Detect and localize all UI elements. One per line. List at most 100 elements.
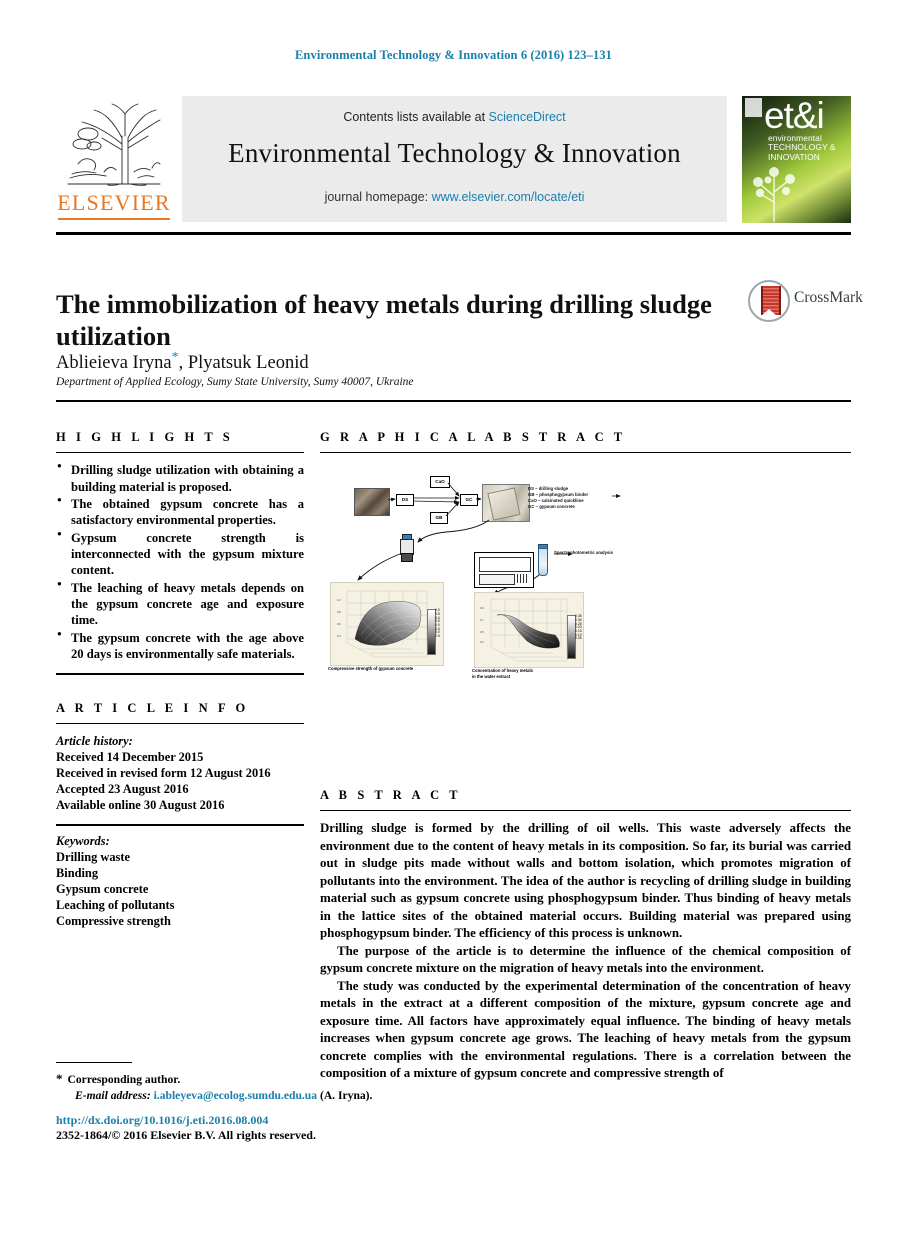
highlights-list: Drilling sludge utilization with obtaini…: [56, 461, 304, 663]
email-note: E-mail address: i.ableyeva@ecolog.sumdu.…: [56, 1088, 556, 1104]
article-first-page: Environmental Technology & Innovation 6 …: [0, 0, 907, 1238]
svg-text:0.6: 0.6: [337, 622, 341, 626]
article-history-block: Article history: Received 14 December 20…: [56, 733, 304, 813]
journal-homepage-line: journal homepage: www.elsevier.com/locat…: [182, 190, 727, 204]
history-received: Received 14 December 2015: [56, 750, 204, 765]
journal-homepage-link[interactable]: www.elsevier.com/locate/eti: [432, 190, 585, 204]
device-keypad: [517, 574, 529, 584]
footnote-divider: [56, 1062, 132, 1064]
abstract-paragraph: The study was conducted by the experimen…: [320, 978, 851, 1081]
svg-text:0.8: 0.8: [337, 610, 341, 614]
svg-text:0.7: 0.7: [480, 619, 484, 622]
cover-elsevier-mark: [745, 98, 762, 117]
abstract-body: Drilling sludge is formed by the drillin…: [320, 820, 851, 1082]
journal-cover-thumbnail: et&i environmental TECHNOLOGY & INNOVATI…: [742, 96, 851, 223]
highlights-heading: H I G H L I G H T S: [56, 430, 234, 444]
elsevier-wordmark: ELSEVIER: [57, 190, 171, 215]
doi-link[interactable]: http://dx.doi.org/10.1016/j.eti.2016.08.…: [56, 1113, 268, 1128]
plot-b-axis-label-1: Concentration of heavy metals: [472, 668, 533, 674]
email-label: E-mail address:: [75, 1088, 151, 1102]
svg-text:0.5: 0.5: [480, 631, 484, 634]
corresponding-author-note: * Corresponding author.: [56, 1070, 556, 1088]
spectrophotometer-icon: [474, 552, 534, 589]
history-revised: Received in revised form 12 August 2016: [56, 766, 271, 781]
highlights-rule-top: [56, 452, 304, 454]
colorbar-ticks-strength: 6.0 5.5 5.0 4.5 4.0 3.5 3.0 2.5: [435, 608, 440, 638]
article-info-rule-top: [56, 722, 304, 725]
abstract-rule: [320, 810, 851, 812]
graphical-abstract-figure: DS CaO GB GC DS – drilling sludge GB – p…: [320, 462, 851, 701]
journal-title: Environmental Technology & Innovation: [228, 138, 681, 168]
history-online: Available online 30 August 2016: [56, 798, 225, 813]
svg-text:0.3: 0.3: [480, 641, 484, 644]
keyword-item: Binding: [56, 865, 99, 880]
footnote-block: * Corresponding author. E-mail address: i…: [56, 1070, 556, 1104]
contents-prefix: Contents lists available at: [343, 110, 489, 124]
left-column: H I G H L I G H T S Drilling sludge util…: [56, 430, 304, 929]
page-title: The immobilization of heavy metals durin…: [56, 288, 712, 352]
svg-text:1.0: 1.0: [337, 598, 341, 602]
footnote-star-marker: *: [56, 1071, 63, 1086]
cover-subtitle: environmental TECHNOLOGY & INNOVATION: [768, 133, 848, 162]
email-attribution: (A. Iryna).: [319, 1088, 373, 1102]
article-info-heading: A R T I C L E I N F O: [56, 700, 249, 715]
list-item: The obtained gypsum concrete has a satis…: [56, 495, 304, 529]
journal-masthead: ELSEVIER Contents lists available at Sci…: [56, 96, 851, 226]
copyright-line: 2352-1864/© 2016 Elsevier B.V. All right…: [56, 1128, 316, 1142]
graphical-abstract-heading: G R A P H I C A L A B S T R A C T: [320, 430, 626, 444]
list-item: The leaching of heavy metals depends on …: [56, 579, 304, 629]
list-item: Drilling sludge utilization with obtaini…: [56, 461, 304, 495]
article-info-rule-mid: [56, 824, 304, 826]
crossmark-badge[interactable]: CrossMark: [748, 278, 863, 322]
author-secondary: , Plyatsuk Leonid: [178, 353, 309, 374]
keywords-block: Keywords: Drilling waste Binding Gypsum …: [56, 833, 304, 929]
elsevier-logo: ELSEVIER: [56, 98, 172, 222]
keyword-item: Drilling waste: [56, 849, 130, 864]
corresponding-author-text: Corresponding author.: [67, 1073, 181, 1086]
author-primary: Ablieieva Iryna: [56, 353, 172, 374]
elsevier-underline: [58, 218, 170, 220]
title-divider: [56, 400, 851, 402]
masthead-divider: [56, 232, 851, 235]
surface-plot-leaching: 0.9 0.7 0.5 0.3 0.35 0.30 0.25 0.20 0.15 0.10 0…: [474, 592, 584, 669]
author-list: Ablieieva Iryna*, Plyatsuk Leonid: [56, 350, 736, 374]
mill-equipment-icon: [400, 534, 414, 563]
cover-subtitle-line3: INNOVATION: [768, 151, 820, 162]
crossmark-icon: [748, 280, 790, 322]
cover-tree-icon: [744, 162, 806, 222]
svg-text:0.9: 0.9: [480, 607, 484, 610]
history-accepted: Accepted 23 August 2016: [56, 782, 189, 797]
surface-plot-strength: 1.0 0.8 0.6 0.4 6.0 5.5 5.0 4.5 4.0 3.5 3.0 2.5: [330, 582, 444, 667]
keyword-item: Gypsum concrete: [56, 881, 149, 896]
abstract-paragraph: The purpose of the article is to determi…: [320, 943, 851, 976]
keyword-item: Compressive strength: [56, 913, 171, 928]
contents-line: Contents lists available at ScienceDirec…: [182, 110, 727, 124]
right-column: G R A P H I C A L A B S T R A C T DS CaO…: [320, 430, 851, 1083]
crossmark-label: CrossMark: [794, 289, 863, 306]
journal-banner: Contents lists available at ScienceDirec…: [182, 96, 727, 222]
keywords-label: Keywords:: [56, 833, 110, 848]
graphical-abstract-diagram: DS CaO GB GC DS – drilling sludge GB – p…: [326, 474, 626, 679]
graphical-abstract-rule: [320, 452, 851, 454]
test-tube-icon: [538, 548, 548, 577]
email-link[interactable]: i.ableyeva@ecolog.sumdu.edu.ua: [154, 1089, 317, 1102]
running-head: Environmental Technology & Innovation 6 …: [294, 48, 612, 62]
sciencedirect-link[interactable]: ScienceDirect: [489, 110, 566, 124]
abstract-paragraph: Drilling sludge is formed by the drillin…: [320, 821, 851, 941]
list-item: The gypsum concrete with the age above 2…: [56, 629, 304, 663]
article-history-label: Article history:: [56, 734, 133, 749]
affiliation: Department of Applied Ecology, Sumy Stat…: [56, 376, 414, 388]
abstract-heading: A B S T R A C T: [320, 788, 462, 803]
graphical-abstract-legend: DS – drilling sludge GB – phosphogypsum …: [528, 486, 620, 510]
plot-b-axis-label-2: in the water extract: [472, 674, 511, 680]
elsevier-tree-icon: [64, 98, 164, 190]
device-screen: [479, 557, 531, 573]
mill-base-part: [401, 553, 413, 563]
svg-text:0.4: 0.4: [337, 634, 341, 638]
colorbar-ticks-leaching: 0.35 0.30 0.25 0.20 0.15 0.10 0.05: [575, 614, 582, 641]
corresponding-author-marker: *: [171, 350, 179, 365]
graphical-abstract-annotation: Spectrophotometric analysis: [554, 550, 613, 556]
device-control-panel: [479, 574, 515, 586]
homepage-prefix: journal homepage:: [324, 190, 432, 204]
keyword-item: Leaching of pollutants: [56, 897, 175, 912]
